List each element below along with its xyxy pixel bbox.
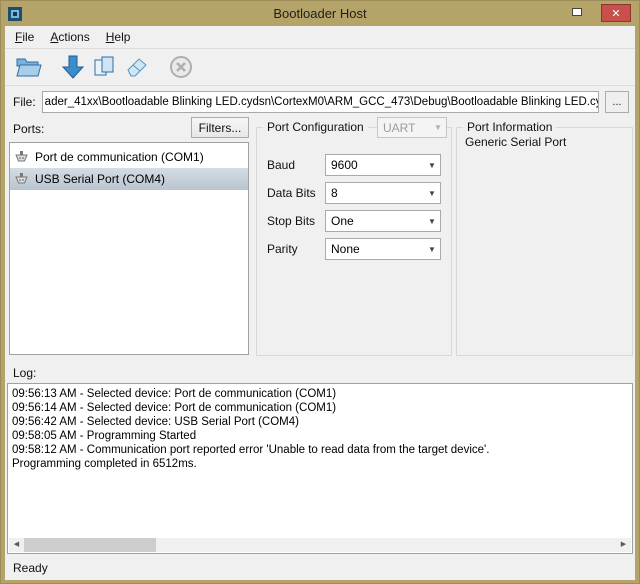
open-folder-icon <box>16 56 42 78</box>
abort-icon <box>169 55 193 79</box>
ports-label: Ports: <box>13 122 44 136</box>
port-item-com4[interactable]: USB Serial Port (COM4) <box>10 168 248 190</box>
chevron-down-icon: ▼ <box>424 161 440 170</box>
chevron-down-icon: ▼ <box>424 217 440 226</box>
parity-value: None <box>331 242 360 256</box>
baud-dropdown[interactable]: 9600 ▼ <box>325 154 441 176</box>
port-item-com1[interactable]: Port de communication (COM1) <box>10 146 248 168</box>
baud-label: Baud <box>267 158 325 172</box>
port-item-label: USB Serial Port (COM4) <box>35 172 165 186</box>
middle-section: Ports: Filters... Port de communication … <box>5 114 635 362</box>
file-label: File: <box>13 95 36 109</box>
close-icon: ✕ <box>611 7 620 20</box>
scrollbar-thumb[interactable] <box>24 538 156 552</box>
port-configuration-group: Port Configuration UART ▼ Baud 9600 ▼ Da… <box>256 127 452 356</box>
log-line: 09:58:05 AM - Programming Started <box>12 429 628 443</box>
baud-value: 9600 <box>331 158 358 172</box>
log-horizontal-scrollbar[interactable]: ◀ ▶ <box>9 538 631 552</box>
protocol-dropdown: UART ▼ <box>377 117 447 138</box>
menu-file[interactable]: File <box>7 27 42 47</box>
browse-button[interactable]: ... <box>605 91 629 113</box>
abort-button <box>165 52 197 82</box>
log-label: Log: <box>5 362 635 380</box>
app-icon <box>8 7 22 21</box>
serial-port-icon <box>14 173 29 186</box>
titlebar[interactable]: Bootloader Host ✕ <box>5 1 635 26</box>
data-bits-value: 8 <box>331 186 338 200</box>
verify-pages-icon <box>94 55 116 79</box>
verify-button[interactable] <box>89 52 121 82</box>
port-information-title: Port Information <box>463 120 556 134</box>
chevron-down-icon: ▼ <box>424 189 440 198</box>
serial-port-icon <box>14 151 29 164</box>
program-button[interactable] <box>57 52 89 82</box>
stop-bits-label: Stop Bits <box>267 214 325 228</box>
chevron-down-icon: ▼ <box>424 245 440 254</box>
scroll-left-icon[interactable]: ◀ <box>9 538 24 552</box>
status-text: Ready <box>13 561 48 575</box>
parity-dropdown[interactable]: None ▼ <box>325 238 441 260</box>
menu-bar: File Actions Help <box>5 26 635 49</box>
log-line: 09:56:42 AM - Selected device: USB Seria… <box>12 415 628 429</box>
status-bar: Ready <box>5 556 635 580</box>
file-row: File: ader_41xx\Bootloadable Blinking LE… <box>5 86 635 114</box>
port-information-group: Port Information Generic Serial Port <box>456 127 633 356</box>
data-bits-label: Data Bits <box>267 186 325 200</box>
scroll-right-icon[interactable]: ▶ <box>616 538 631 552</box>
log-output[interactable]: 09:56:13 AM - Selected device: Port de c… <box>7 383 633 554</box>
bootloader-host-window: Bootloader Host ✕ File Actions Help <box>0 0 640 584</box>
ports-list: Port de communication (COM1) USB Serial … <box>9 142 249 355</box>
minimize-button[interactable] <box>565 4 589 20</box>
data-bits-dropdown[interactable]: 8 ▼ <box>325 182 441 204</box>
port-configuration-title: Port Configuration <box>263 120 368 134</box>
menu-help[interactable]: Help <box>98 27 139 47</box>
toolbar <box>5 49 635 86</box>
protocol-value: UART <box>383 121 415 135</box>
file-path-input[interactable]: ader_41xx\Bootloadable Blinking LED.cyds… <box>42 91 599 113</box>
erase-button[interactable] <box>121 52 153 82</box>
parity-label: Parity <box>267 242 325 256</box>
close-button[interactable]: ✕ <box>601 4 631 22</box>
log-line: 09:58:12 AM - Communication port reporte… <box>12 443 628 457</box>
log-line: 09:56:13 AM - Selected device: Port de c… <box>12 387 628 401</box>
port-item-label: Port de communication (COM1) <box>35 150 204 164</box>
log-line: 09:56:14 AM - Selected device: Port de c… <box>12 401 628 415</box>
program-arrow-icon <box>62 55 84 79</box>
menu-actions[interactable]: Actions <box>42 27 97 47</box>
open-file-button[interactable] <box>13 52 45 82</box>
window-title: Bootloader Host <box>5 6 635 21</box>
log-line: Programming completed in 6512ms. <box>12 457 628 471</box>
stop-bits-dropdown[interactable]: One ▼ <box>325 210 441 232</box>
chevron-down-icon: ▼ <box>430 123 446 132</box>
filters-button[interactable]: Filters... <box>191 117 249 138</box>
client-area: File Actions Help <box>5 26 635 580</box>
minimize-icon <box>572 8 582 16</box>
eraser-icon <box>125 56 149 78</box>
stop-bits-value: One <box>331 214 354 228</box>
